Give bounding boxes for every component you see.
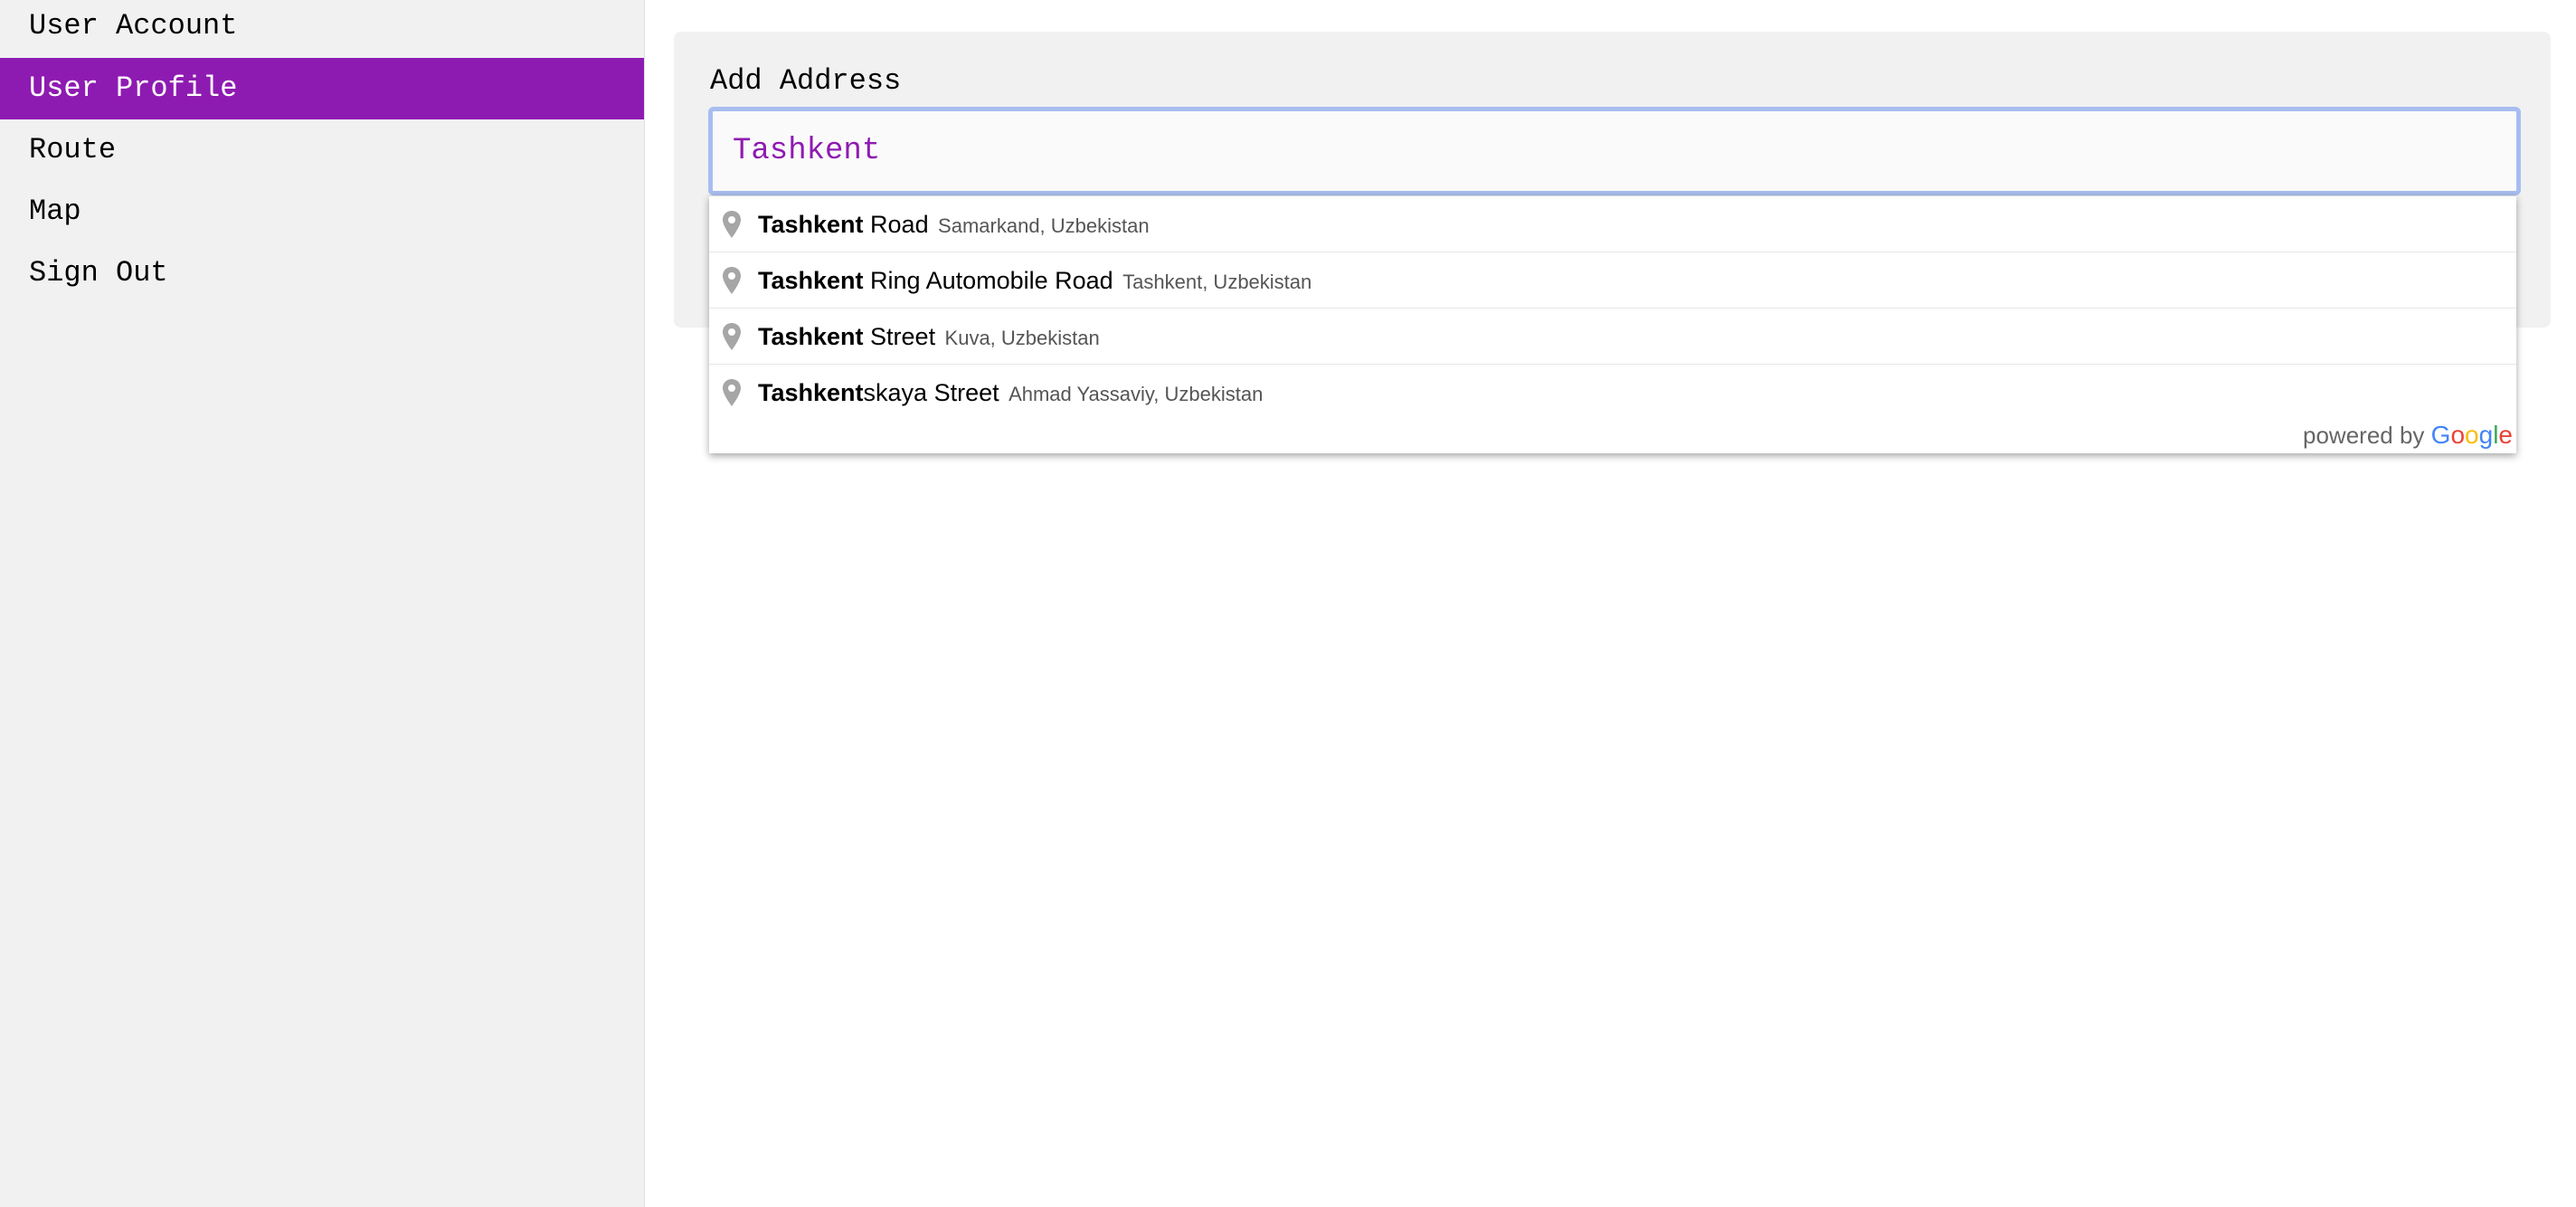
autocomplete-dropdown: Tashkent Road Samarkand, Uzbekistan Tash…	[709, 195, 2516, 453]
suggestion-match-text: Tashkent	[758, 211, 864, 238]
powered-by-label: powered by	[2303, 422, 2425, 449]
map-pin-icon	[723, 267, 741, 294]
powered-by-google: powered by Google	[2303, 419, 2513, 451]
suggestion-main-text: Street	[863, 323, 936, 350]
google-logo: Google	[2430, 421, 2513, 449]
address-search-input[interactable]	[708, 107, 2521, 195]
sidebar-item-sign-out[interactable]: Sign Out	[0, 242, 644, 304]
suggestion-match-text: Tashkent	[758, 323, 864, 350]
suggestion-main-text: skaya Street	[863, 379, 999, 406]
suggestion-secondary-text: Tashkent, Uzbekistan	[1122, 271, 1312, 293]
map-pin-icon	[723, 379, 741, 406]
suggestion-main-text: Ring Automobile Road	[863, 267, 1113, 294]
suggestion-secondary-text: Ahmad Yassaviy, Uzbekistan	[1009, 383, 1264, 405]
suggestion-secondary-text: Samarkand, Uzbekistan	[938, 214, 1150, 237]
sidebar-item-user-profile[interactable]: User Profile	[0, 58, 644, 119]
sidebar-item-map[interactable]: Map	[0, 181, 644, 242]
suggestion-match-text: Tashkent	[758, 267, 864, 294]
sidebar-item-route[interactable]: Route	[0, 119, 644, 181]
suggestion-match-text: Tashkent	[758, 379, 864, 406]
map-pin-icon	[723, 211, 741, 238]
suggestion-main-text: Road	[863, 211, 929, 238]
suggestion-secondary-text: Kuva, Uzbekistan	[944, 327, 1100, 349]
suggestion-item[interactable]: Tashkentskaya Street Ahmad Yassaviy, Uzb…	[709, 365, 2516, 421]
suggestion-item[interactable]: Tashkent Road Samarkand, Uzbekistan	[709, 196, 2516, 252]
suggestion-item[interactable]: Tashkent Ring Automobile Road Tashkent, …	[709, 252, 2516, 309]
page-title: Add Address	[710, 64, 902, 98]
sidebar-nav: User Account User Profile Route Map Sign…	[0, 0, 645, 1207]
map-pin-icon	[723, 323, 741, 350]
sidebar-item-user-account[interactable]: User Account	[0, 0, 644, 58]
suggestion-item[interactable]: Tashkent Street Kuva, Uzbekistan	[709, 309, 2516, 365]
